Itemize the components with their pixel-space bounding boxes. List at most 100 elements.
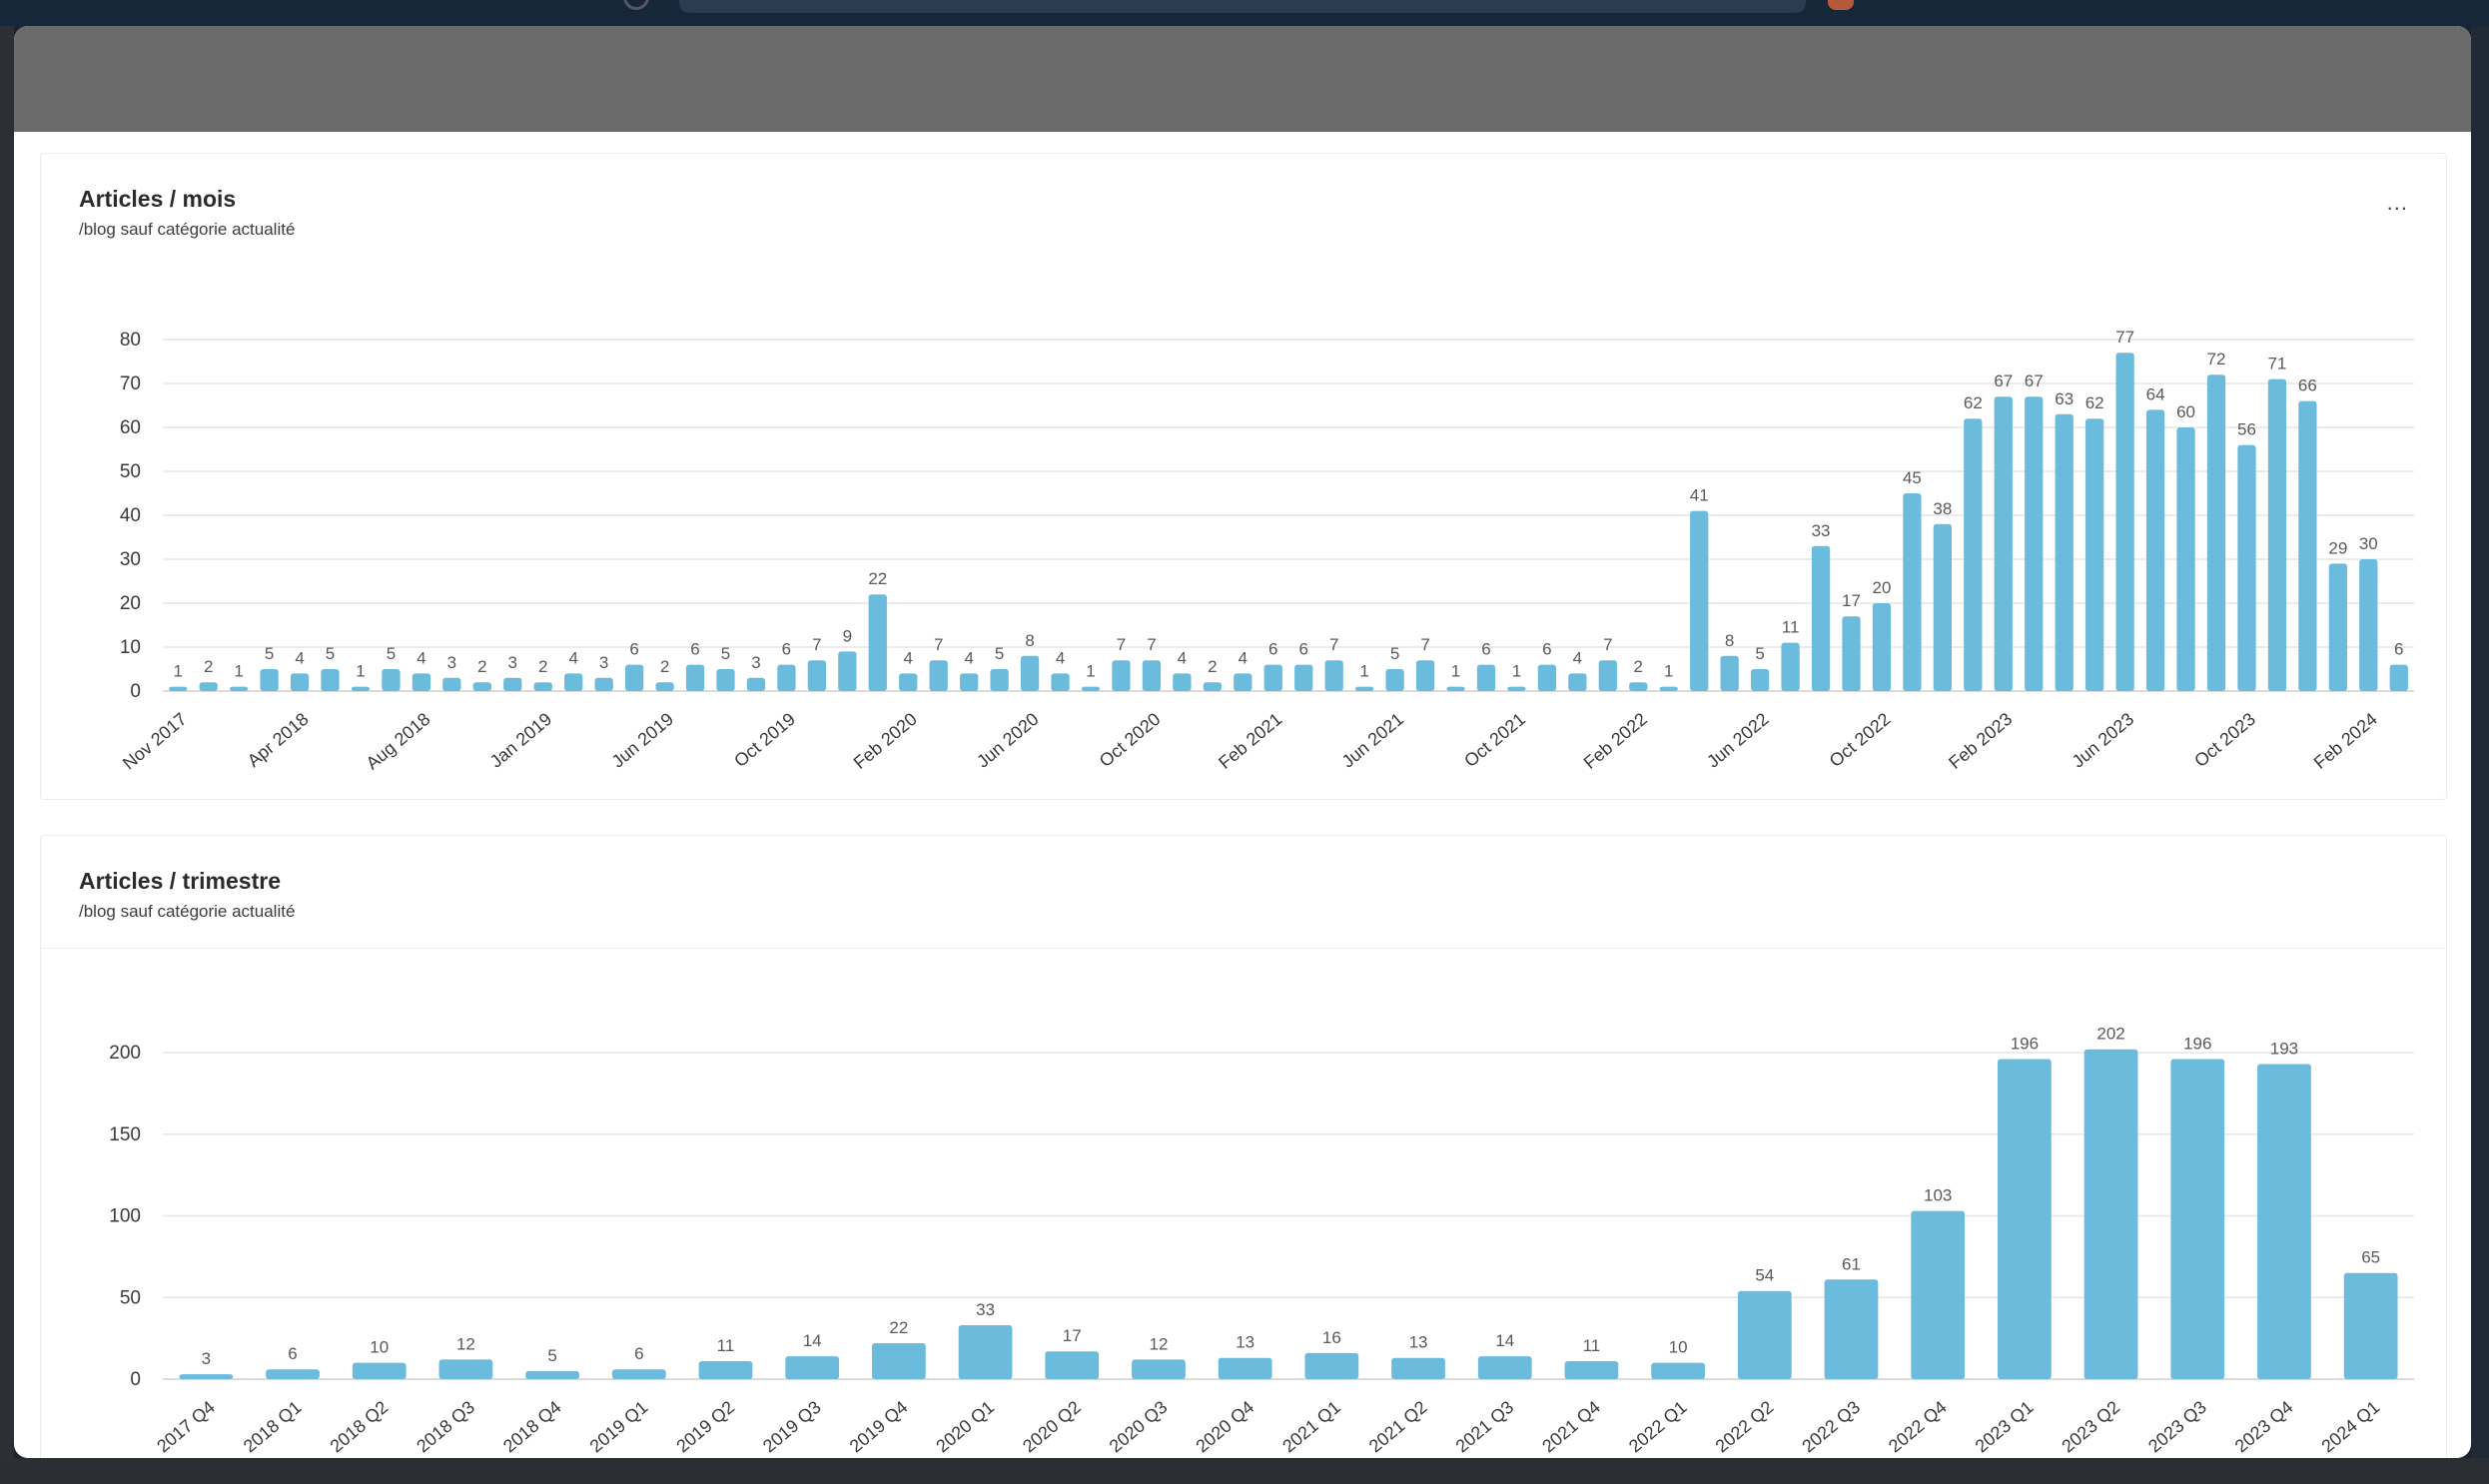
bar-value-label: 64	[2146, 384, 2165, 403]
bar	[199, 682, 218, 691]
bar-value-label: 7	[1147, 635, 1156, 654]
bar-value-label: 5	[547, 1346, 556, 1365]
x-tick-label: 2020 Q1	[932, 1397, 998, 1457]
bar	[2237, 444, 2256, 691]
bar	[1824, 1279, 1879, 1379]
bar-value-label: 1	[1359, 662, 1368, 681]
bar	[2055, 413, 2074, 691]
bar	[746, 677, 766, 691]
x-tick-label: Oct 2022	[1826, 709, 1895, 771]
bar-value-label: 2	[660, 657, 669, 676]
y-tick-label: 100	[109, 1206, 141, 1227]
bar	[1173, 673, 1192, 691]
bar	[321, 669, 340, 691]
x-tick-label: 2023 Q1	[1972, 1397, 2038, 1457]
y-tick-label: 80	[120, 330, 141, 351]
bar-value-label: 6	[1298, 640, 1307, 659]
y-tick-label: 70	[120, 373, 141, 394]
bar-value-label: 3	[447, 653, 456, 672]
bar	[1659, 686, 1678, 691]
bar	[868, 594, 887, 691]
bar	[1994, 396, 2013, 691]
bar-value-label: 6	[1542, 640, 1551, 659]
bar	[1811, 545, 1831, 691]
bar-value-label: 65	[2361, 1248, 2380, 1267]
y-tick-label: 20	[120, 593, 141, 614]
y-tick-label: 30	[120, 549, 141, 570]
bar-value-label: 5	[387, 644, 396, 663]
bar-value-label: 16	[1322, 1328, 1341, 1347]
bar-value-label: 103	[1924, 1186, 1952, 1205]
bar	[2083, 1049, 2138, 1379]
bar	[777, 664, 796, 691]
x-tick-label: 2022 Q1	[1625, 1397, 1691, 1457]
x-tick-label: Oct 2023	[2190, 709, 2259, 771]
bar-value-label: 7	[1117, 635, 1126, 654]
bar-value-label: 11	[1583, 1336, 1601, 1355]
x-tick-label: Aug 2018	[363, 709, 434, 774]
bar	[1651, 1362, 1705, 1379]
bar	[1385, 669, 1404, 691]
bar-value-label: 8	[1025, 631, 1034, 650]
bar-value-label: 13	[1409, 1333, 1428, 1352]
bar	[1081, 686, 1101, 691]
bar	[525, 1370, 579, 1379]
bar	[2257, 1064, 2311, 1379]
bar	[1294, 664, 1313, 691]
bar	[594, 677, 613, 691]
extension-icon[interactable]	[1828, 0, 1854, 10]
bar	[2085, 418, 2104, 691]
bar-value-label: 4	[295, 648, 304, 667]
bar	[1720, 655, 1739, 691]
bar-value-label: 1	[1451, 662, 1460, 681]
x-tick-label: 2019 Q2	[672, 1397, 738, 1457]
bar-value-label: 72	[2207, 350, 2226, 369]
bar	[1132, 1359, 1186, 1379]
bar	[1355, 686, 1374, 691]
bar	[1629, 682, 1648, 691]
bar-value-label: 4	[964, 648, 973, 667]
bar	[990, 669, 1009, 691]
bar-value-label: 7	[1329, 635, 1338, 654]
bar	[2359, 559, 2378, 691]
browser-top-strip	[0, 0, 2489, 26]
x-tick-label: Feb 2024	[2310, 709, 2381, 773]
bar-value-label: 4	[568, 648, 577, 667]
bar	[503, 677, 522, 691]
x-tick-label: 2021 Q4	[1538, 1397, 1604, 1457]
chart-modal: Articles / mois /blog sauf catégorie act…	[14, 26, 2471, 1458]
bar	[960, 673, 979, 691]
x-tick-label: 2018 Q3	[413, 1397, 478, 1457]
bar-value-label: 9	[843, 626, 852, 645]
bar-value-label: 6	[690, 640, 699, 659]
y-tick-label: 10	[120, 637, 141, 658]
bar	[1051, 673, 1070, 691]
bar	[1690, 510, 1709, 691]
bar-value-label: 54	[1755, 1266, 1774, 1285]
bar	[1568, 673, 1587, 691]
bar-value-label: 1	[1664, 662, 1673, 681]
bar-value-label: 56	[2237, 420, 2256, 439]
bar-value-label: 60	[2176, 402, 2195, 421]
bar-value-label: 6	[634, 1344, 643, 1363]
x-tick-label: 2018 Q4	[499, 1397, 565, 1457]
bar	[1045, 1351, 1100, 1379]
quarterly-bar-chart: 0 50 100 150 200 3 6 10 12 5 6 11 14 22 33 17 12 13 16 13 14…	[109, 1025, 2414, 1457]
bar	[442, 677, 461, 691]
bar-value-label: 2	[477, 657, 486, 676]
y-tick-label: 0	[130, 681, 141, 702]
bar	[1737, 1290, 1792, 1379]
address-bar[interactable]	[679, 0, 1806, 13]
bar	[716, 669, 735, 691]
chart-card-articles-per-quarter: Articles / trimestre /blog sauf catégori…	[40, 835, 2447, 1458]
bar	[958, 1325, 1013, 1379]
bar-value-label: 1	[356, 662, 365, 681]
bar	[2025, 396, 2044, 691]
bar-value-label: 2	[1208, 657, 1217, 676]
bar	[1218, 1357, 1272, 1379]
bar-value-label: 5	[1390, 644, 1399, 663]
bar	[1507, 686, 1526, 691]
x-tick-label: Jun 2019	[608, 709, 678, 772]
bar	[2115, 353, 2134, 691]
bar-value-label: 62	[1964, 393, 1983, 412]
